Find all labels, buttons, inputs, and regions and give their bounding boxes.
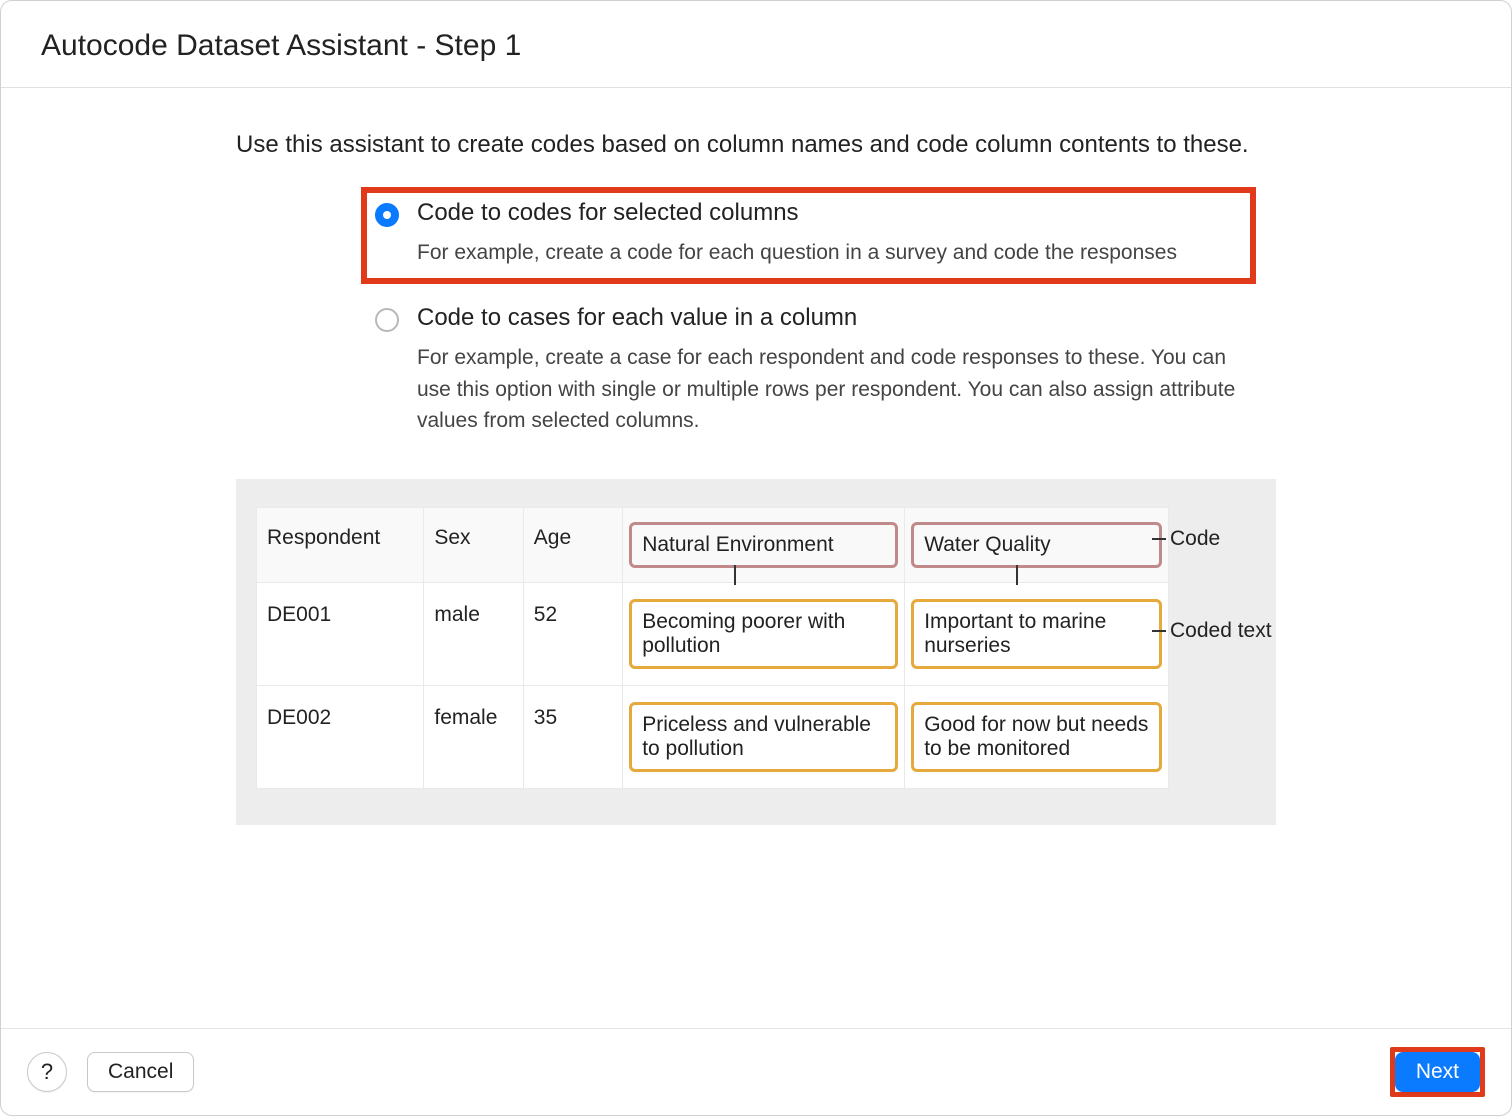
option-desc: For example, create a case for each resp… [417,342,1242,437]
annotation-coded-text: Coded text [1152,619,1272,643]
cell-sex: female [424,685,523,788]
option-code-to-codes[interactable]: Code to codes for selected columns For e… [361,187,1256,285]
coded-text-box: Becoming poorer with pollution [629,599,898,669]
cell-wq: Important to marine nurseries [905,582,1169,685]
header-age: Age [523,507,622,582]
dialog-footer: ? Cancel Next [1,1028,1511,1115]
radio-code-to-codes[interactable] [375,203,399,227]
connector-line [1016,565,1018,585]
content-inner: Use this assistant to create codes based… [236,128,1276,1028]
cell-sex: male [424,582,523,685]
coded-text-box: Good for now but needs to be monitored [911,702,1162,772]
annotation-code-text: Code [1170,527,1220,550]
header-sex: Sex [424,507,523,582]
table-header-row: Respondent Sex Age Natural Environment W… [257,507,1169,582]
dialog-content: Use this assistant to create codes based… [1,88,1511,1028]
radio-code-to-cases[interactable] [375,308,399,332]
cell-age: 52 [523,582,622,685]
next-highlight: Next [1390,1047,1485,1097]
options-group: Code to codes for selected columns For e… [361,187,1256,453]
example-table: Respondent Sex Age Natural Environment W… [256,507,1169,789]
help-button[interactable]: ? [27,1052,67,1092]
cell-respondent: DE002 [257,685,424,788]
header-respondent: Respondent [257,507,424,582]
table-row: DE001 male 52 Becoming poorer with pollu… [257,582,1169,685]
next-button[interactable]: Next [1395,1052,1480,1092]
example-area: Respondent Sex Age Natural Environment W… [236,479,1276,825]
intro-text: Use this assistant to create codes based… [236,128,1276,163]
connector-line [734,565,736,585]
header-natural-environment: Natural Environment [623,507,905,582]
header-water-quality: Water Quality [905,507,1169,582]
coded-text-box: Important to marine nurseries [911,599,1162,669]
cell-env: Priceless and vulnerable to pollution [623,685,905,788]
annotation-code: Code [1152,527,1220,551]
option-text: Code to codes for selected columns For e… [417,199,1242,269]
dialog-header: Autocode Dataset Assistant - Step 1 [1,1,1511,88]
dialog-title: Autocode Dataset Assistant - Step 1 [41,29,1471,63]
cancel-button[interactable]: Cancel [87,1052,194,1092]
option-text: Code to cases for each value in a column… [417,304,1242,437]
annotation-coded-text-text: Coded text [1170,619,1272,642]
code-box: Water Quality [911,522,1162,568]
annotation-line [1152,630,1166,632]
option-label: Code to codes for selected columns [417,199,1242,227]
option-code-to-cases[interactable]: Code to cases for each value in a column… [361,292,1256,453]
option-label: Code to cases for each value in a column [417,304,1242,332]
coded-text-box: Priceless and vulnerable to pollution [629,702,898,772]
cell-env: Becoming poorer with pollution [623,582,905,685]
option-desc: For example, create a code for each ques… [417,237,1242,269]
cell-age: 35 [523,685,622,788]
table-row: DE002 female 35 Priceless and vulnerable… [257,685,1169,788]
code-box: Natural Environment [629,522,898,568]
dialog-window: Autocode Dataset Assistant - Step 1 Use … [0,0,1512,1116]
annotation-line [1152,538,1166,540]
cell-wq: Good for now but needs to be monitored [905,685,1169,788]
cell-respondent: DE001 [257,582,424,685]
